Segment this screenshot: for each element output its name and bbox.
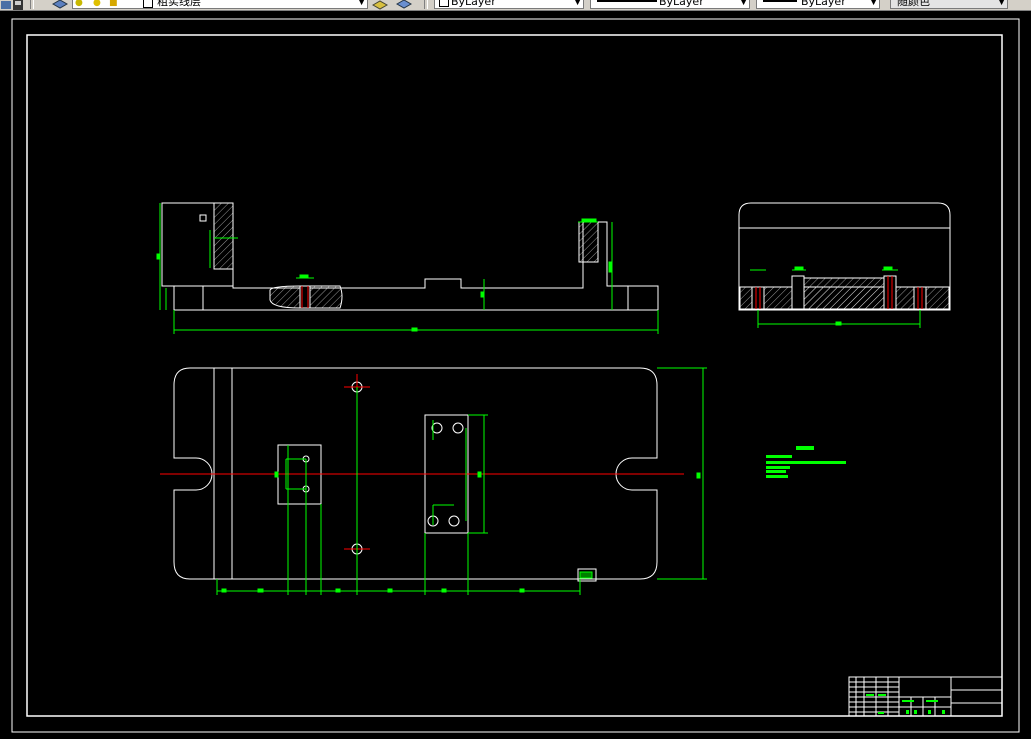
sun-icon: ● bbox=[93, 0, 101, 8]
dimension-text bbox=[387, 588, 393, 593]
properties-toolbar: ● ● ■ 粗实线层 ▼ ByLayer ▼ ByLayer ▼ ByLayer… bbox=[0, 0, 1031, 11]
dimension-text bbox=[299, 274, 309, 279]
lock-icon: ■ bbox=[109, 0, 118, 8]
chevron-down-icon: ▼ bbox=[358, 0, 365, 7]
dimension-text bbox=[441, 588, 447, 593]
dimension-text bbox=[794, 266, 804, 271]
dimension-text bbox=[835, 321, 842, 326]
side-hole bbox=[883, 275, 897, 310]
toolbar-separator bbox=[30, 0, 34, 9]
dimension-text bbox=[581, 218, 597, 223]
notes-line bbox=[766, 461, 846, 464]
layer-previous-icon[interactable] bbox=[395, 0, 413, 9]
dimension-text bbox=[477, 471, 482, 478]
chevron-down-icon: ▼ bbox=[740, 0, 747, 7]
layer-name-text: 粗实线层 bbox=[157, 0, 201, 8]
lineweight-text: ByLayer bbox=[801, 0, 846, 8]
title-block bbox=[848, 676, 1003, 717]
color-dropdown[interactable]: ByLayer ▼ bbox=[434, 0, 584, 9]
lineweight-preview bbox=[763, 0, 797, 2]
notes-line bbox=[766, 455, 792, 458]
dimension-text bbox=[274, 471, 279, 478]
dimension-text bbox=[480, 291, 485, 298]
notes-title bbox=[796, 446, 814, 450]
dimension-text bbox=[696, 472, 701, 479]
color-swatch bbox=[439, 0, 449, 7]
left-block-hatch bbox=[213, 202, 234, 270]
top-view-dimensions bbox=[216, 367, 707, 595]
lineweight-dropdown[interactable]: ByLayer ▼ bbox=[756, 0, 880, 9]
chevron-down-icon: ▼ bbox=[870, 0, 877, 7]
make-current-layer-icon[interactable] bbox=[371, 0, 389, 10]
linetype-preview bbox=[597, 0, 657, 2]
save-icon[interactable] bbox=[12, 0, 25, 10]
dimension-text bbox=[519, 588, 525, 593]
drawing-canvas[interactable] bbox=[0, 11, 1031, 739]
pin-hole bbox=[448, 515, 460, 527]
side-hole bbox=[751, 286, 765, 310]
dimension-text bbox=[579, 571, 593, 579]
linetype-dropdown[interactable]: ByLayer ▼ bbox=[590, 0, 750, 9]
dimension-text bbox=[411, 327, 418, 332]
pin-hole bbox=[452, 422, 464, 434]
layer-color-swatch bbox=[143, 0, 153, 8]
linetype-text: ByLayer bbox=[659, 0, 704, 8]
technical-notes bbox=[766, 446, 846, 478]
chevron-down-icon: ▼ bbox=[574, 0, 581, 7]
plotstyle-text: 随颜色 bbox=[897, 0, 930, 8]
color-text: ByLayer bbox=[451, 0, 496, 8]
side-hatch bbox=[803, 277, 885, 310]
layer-dropdown[interactable]: ● ● ■ 粗实线层 ▼ bbox=[72, 0, 368, 9]
frame-border bbox=[26, 34, 1003, 717]
dimension-text bbox=[883, 266, 893, 271]
notes-line bbox=[766, 466, 790, 469]
side-hole bbox=[913, 286, 927, 310]
chevron-down-icon: ▼ bbox=[998, 0, 1005, 7]
side-slot bbox=[791, 275, 805, 310]
top-view-centerlines bbox=[160, 374, 684, 562]
plotstyle-dropdown[interactable]: 随颜色 ▼ bbox=[890, 0, 1008, 9]
layers-icon[interactable] bbox=[51, 0, 69, 9]
lightbulb-icon: ● bbox=[75, 0, 83, 8]
dimension-text bbox=[156, 253, 161, 260]
sheet-border bbox=[11, 18, 1020, 733]
notes-line bbox=[766, 475, 788, 478]
dimension-text bbox=[257, 588, 264, 593]
side-view bbox=[738, 202, 951, 311]
right-upright-hatch bbox=[578, 221, 599, 263]
dimension-text bbox=[335, 588, 341, 593]
notes-line bbox=[766, 470, 786, 473]
left-block-hole bbox=[199, 214, 207, 222]
dimension-text bbox=[608, 261, 613, 273]
toolbar-separator bbox=[424, 0, 428, 9]
dimension-text bbox=[221, 588, 227, 593]
